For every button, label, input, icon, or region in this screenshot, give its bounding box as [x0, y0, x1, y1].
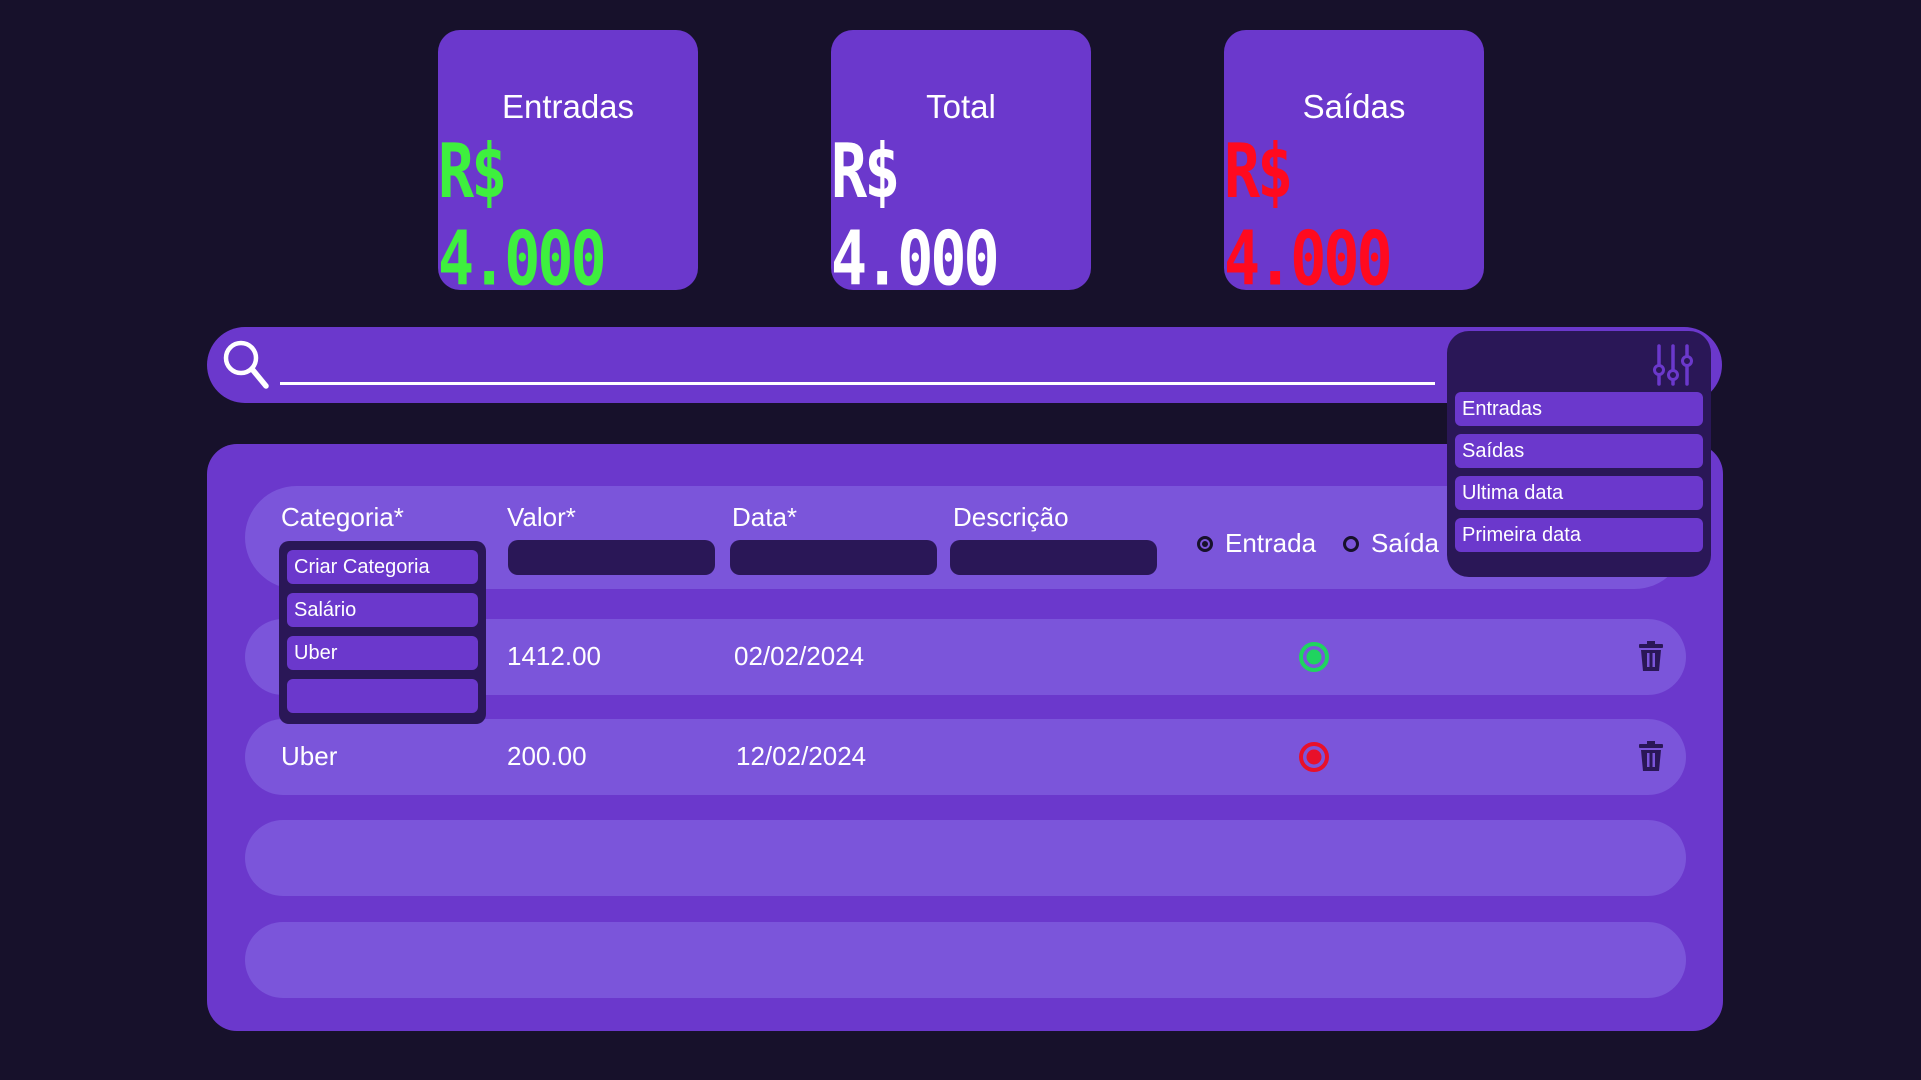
- row-data: 12/02/2024: [736, 741, 867, 771]
- saidas-card: Saídas R$ 4.000: [1224, 30, 1484, 303]
- saidas-card-title: Saídas: [1302, 88, 1406, 125]
- radio-saida[interactable]: Saída: [1343, 528, 1439, 559]
- valor-input[interactable]: [508, 540, 715, 575]
- table-row[interactable]: [245, 922, 1686, 998]
- category-option-criar[interactable]: Criar Categoria: [287, 550, 478, 584]
- saidas-card-value: R$ 4.000: [1224, 128, 1393, 303]
- search-input[interactable]: [280, 343, 1435, 385]
- filter-option-primeira-data[interactable]: Primeira data: [1455, 518, 1703, 552]
- category-option-uber[interactable]: Uber: [287, 636, 478, 670]
- row-data: 02/02/2024: [734, 641, 865, 671]
- saida-status-icon: [1299, 742, 1329, 772]
- filter-option-ultima-data[interactable]: Ultima data: [1455, 476, 1703, 510]
- row-valor: 200.00: [507, 741, 587, 771]
- filter-option-saidas[interactable]: Saídas: [1455, 434, 1703, 468]
- filter-options: Entradas Saídas Ultima data Primeira dat…: [1455, 392, 1703, 560]
- filter-dropdown: Entradas Saídas Ultima data Primeira dat…: [1447, 331, 1711, 577]
- total-card-title: Total: [926, 88, 996, 125]
- trash-icon[interactable]: [1639, 741, 1663, 771]
- data-label: Data*: [732, 502, 798, 532]
- table-row[interactable]: [245, 820, 1686, 896]
- categoria-label: Categoria*: [281, 502, 404, 532]
- entrada-status-icon: [1299, 642, 1329, 672]
- radio-entrada[interactable]: Entrada: [1197, 528, 1316, 559]
- sliders-icon[interactable]: [1652, 343, 1694, 387]
- category-option-empty[interactable]: [287, 679, 478, 713]
- descricao-label: Descrição: [953, 502, 1069, 532]
- filter-option-entradas[interactable]: Entradas: [1455, 392, 1703, 426]
- trash-icon[interactable]: [1639, 641, 1663, 671]
- entradas-card-value: R$ 4.000: [438, 128, 607, 303]
- radio-saida-dot[interactable]: [1343, 535, 1359, 552]
- category-option-salario[interactable]: Salário: [287, 593, 478, 627]
- category-dropdown: Criar Categoria Salário Uber: [279, 541, 486, 724]
- radio-entrada-dot[interactable]: [1197, 535, 1213, 552]
- total-card-value: R$ 4.000: [831, 128, 1000, 303]
- table-row[interactable]: Uber 200.00 12/02/2024: [245, 719, 1686, 795]
- data-input[interactable]: [730, 540, 937, 575]
- row-categoria: Uber: [281, 741, 338, 771]
- descricao-input[interactable]: [950, 540, 1157, 575]
- radio-saida-label: Saída: [1371, 528, 1439, 558]
- valor-label: Valor*: [507, 502, 576, 532]
- entradas-card-title: Entradas: [501, 88, 635, 125]
- row-valor: 1412.00: [507, 641, 601, 671]
- entradas-card: Entradas R$ 4.000: [438, 30, 698, 303]
- search-icon[interactable]: [221, 338, 271, 392]
- total-card: Total R$ 4.000: [831, 30, 1091, 303]
- radio-entrada-label: Entrada: [1225, 528, 1317, 558]
